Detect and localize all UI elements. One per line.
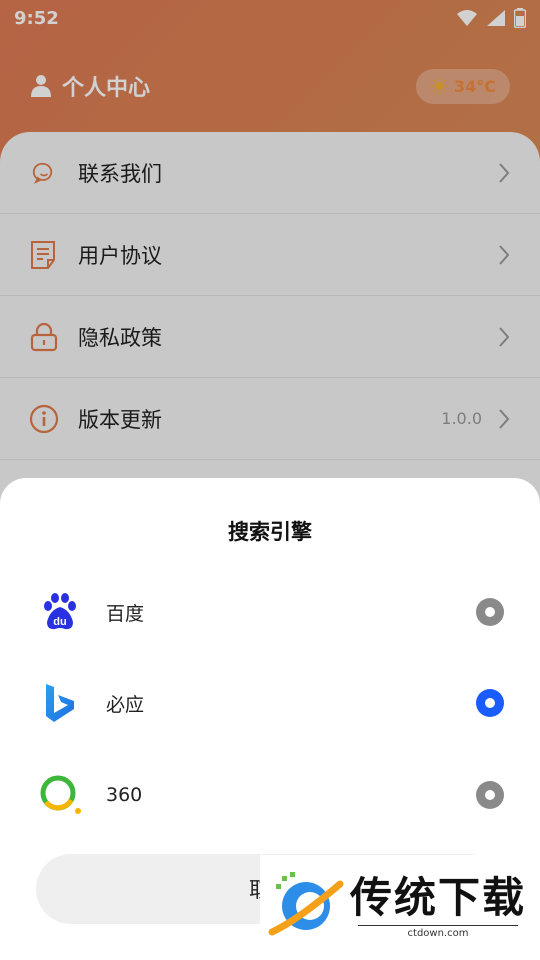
engine-name: 百度 xyxy=(106,602,145,625)
watermark-main: 传统下载 xyxy=(350,872,527,922)
engine-option-360[interactable]: 360 xyxy=(0,755,540,835)
baidu-logo-icon: du xyxy=(38,590,82,634)
svg-text:du: du xyxy=(53,616,66,628)
engine-option-bing[interactable]: 必应 xyxy=(0,663,540,743)
radio-baidu[interactable] xyxy=(476,598,504,626)
radio-360[interactable] xyxy=(476,781,504,809)
watermark-logo-icon xyxy=(268,871,344,935)
watermark: 传统下载 ctdown.com xyxy=(260,855,540,960)
radio-dot xyxy=(485,790,495,800)
engine-name: 必应 xyxy=(106,693,145,716)
radio-bing[interactable] xyxy=(476,689,504,717)
radio-dot xyxy=(485,607,495,617)
sheet-title: 搜索引擎 xyxy=(228,520,312,544)
360-logo-icon xyxy=(38,773,82,817)
watermark-text: 传统下载 ctdown.com xyxy=(350,872,527,939)
watermark-sub: ctdown.com xyxy=(358,924,518,939)
engine-option-baidu[interactable]: du 百度 xyxy=(0,572,540,652)
radio-dot xyxy=(485,698,495,708)
bing-logo-icon xyxy=(38,681,82,725)
engine-name: 360 xyxy=(106,784,143,806)
app-root: 9:52 个人中心 34°C 联系我们 用户协议 隐私政策 版本更新 1.0.0… xyxy=(0,0,540,960)
